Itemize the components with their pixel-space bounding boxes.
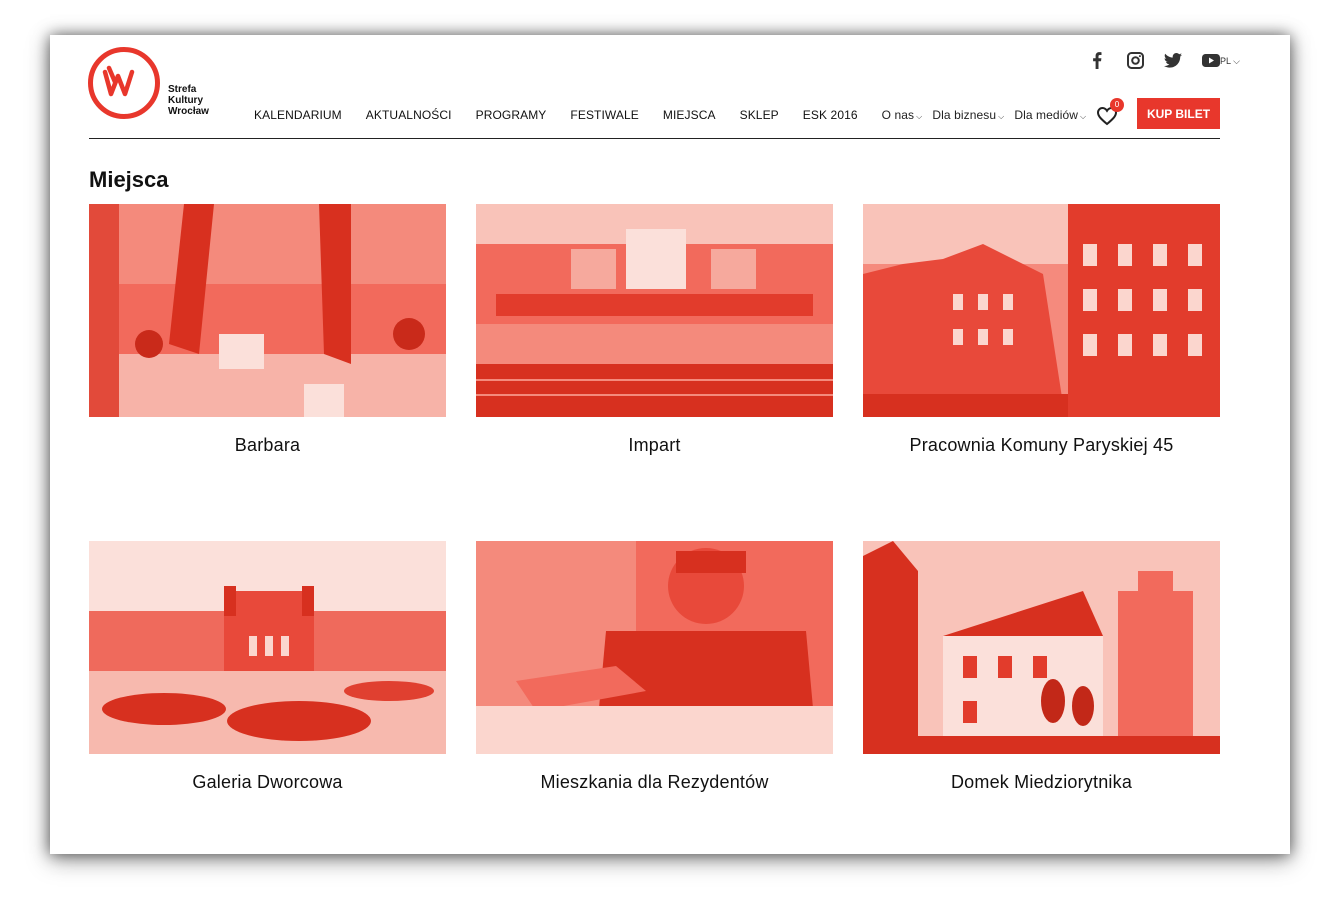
logo-line-3: Wrocław	[168, 106, 209, 117]
nav-item-sklep[interactable]: SKLEP	[740, 108, 779, 122]
logo-w-icon	[102, 65, 135, 97]
logo-wordmark: Strefa Kultury Wrocław	[168, 84, 209, 117]
chevron-down-icon: ⌵	[1080, 112, 1087, 121]
logo-line-1: Strefa	[168, 84, 197, 95]
place-card-barbara[interactable]: Barbara	[89, 204, 446, 456]
nav-item-programy[interactable]: PROGRAMY	[476, 108, 547, 122]
facebook-icon[interactable]	[1088, 51, 1106, 69]
buy-ticket-button[interactable]: KUP BILET	[1137, 98, 1220, 129]
place-image[interactable]	[476, 204, 833, 417]
place-name[interactable]: Barbara	[89, 435, 446, 456]
chevron-down-icon: ⌵	[916, 112, 923, 121]
place-card-galeria-dworcowa[interactable]: Galeria Dworcowa	[89, 541, 446, 793]
header-divider	[89, 138, 1220, 139]
nav-item-miejsca[interactable]: MIEJSCA	[663, 108, 716, 122]
place-name[interactable]: Pracownia Komuny Paryskiej 45	[863, 435, 1220, 456]
nav-dropdown-label: Dla mediów	[1014, 108, 1079, 122]
page-title: Miejsca	[89, 167, 169, 192]
nav-dropdown-o-nas[interactable]: O nas ⌵	[882, 108, 923, 122]
twitter-icon[interactable]	[1164, 51, 1182, 69]
nav-item-kalendarium[interactable]: KALENDARIUM	[254, 108, 342, 122]
social-links	[1088, 51, 1220, 69]
place-photo	[476, 204, 833, 417]
logo-line-2: Kultury	[168, 95, 203, 106]
youtube-icon[interactable]	[1202, 51, 1220, 69]
wishlist-count-badge: 0	[1110, 98, 1124, 112]
browser-frame: Strefa Kultury Wrocław PL ⌵ KALENDARIUM …	[50, 35, 1290, 854]
wishlist-button[interactable]: 0	[1096, 98, 1124, 127]
site-logo[interactable]: Strefa Kultury Wrocław	[88, 46, 238, 126]
instagram-icon[interactable]	[1126, 51, 1144, 69]
place-card-domek-miedziorytnika[interactable]: Domek Miedziorytnika	[863, 541, 1220, 793]
place-name[interactable]: Impart	[476, 435, 833, 456]
nav-item-esk2016[interactable]: ESK 2016	[803, 108, 858, 122]
nav-item-festiwale[interactable]: FESTIWALE	[570, 108, 638, 122]
place-image[interactable]	[863, 541, 1220, 754]
place-card-pracownia[interactable]: Pracownia Komuny Paryskiej 45	[863, 204, 1220, 456]
nav-item-aktualnosci[interactable]: AKTUALNOŚCI	[366, 108, 452, 122]
language-selector[interactable]: PL ⌵	[1220, 56, 1240, 67]
place-photo	[476, 541, 833, 754]
chevron-down-icon: ⌵	[1230, 56, 1240, 66]
place-image[interactable]	[476, 541, 833, 754]
chevron-down-icon: ⌵	[998, 112, 1005, 121]
language-label: PL	[1219, 56, 1231, 66]
place-name[interactable]: Galeria Dworcowa	[89, 772, 446, 793]
place-name[interactable]: Mieszkania dla Rezydentów	[476, 772, 833, 793]
nav-dropdown-dla-biznesu[interactable]: Dla biznesu ⌵	[932, 108, 1004, 122]
place-photo	[863, 204, 1220, 417]
place-photo	[89, 204, 446, 417]
place-image[interactable]	[89, 204, 446, 417]
logo-mark	[88, 47, 160, 119]
place-image[interactable]	[863, 204, 1220, 417]
place-image[interactable]	[89, 541, 446, 754]
place-photo	[863, 541, 1220, 754]
main-nav: KALENDARIUM AKTUALNOŚCI PROGRAMY FESTIWA…	[254, 108, 1096, 122]
nav-dropdown-label: O nas	[881, 108, 915, 122]
place-card-impart[interactable]: Impart	[476, 204, 833, 456]
place-name[interactable]: Domek Miedziorytnika	[863, 772, 1220, 793]
place-card-mieszkania[interactable]: Mieszkania dla Rezydentów	[476, 541, 833, 793]
place-photo	[89, 541, 446, 754]
nav-dropdown-label: Dla biznesu	[932, 108, 997, 122]
nav-dropdown-dla-mediow[interactable]: Dla mediów ⌵	[1014, 108, 1086, 122]
